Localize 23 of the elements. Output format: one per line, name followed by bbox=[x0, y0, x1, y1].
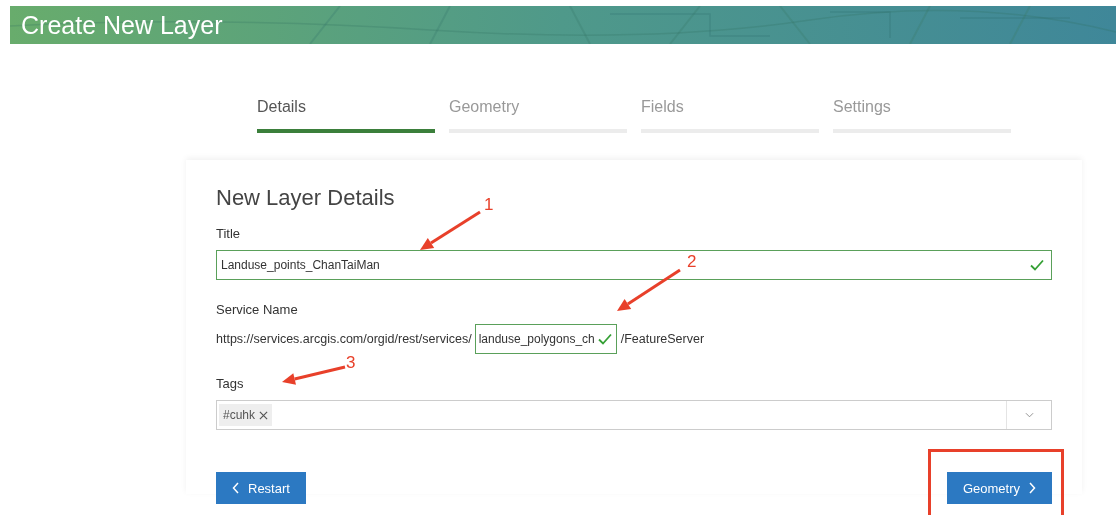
annotation-number: 2 bbox=[687, 252, 697, 272]
url-prefix: https://services.arcgis.com/orgid/rest/services/ bbox=[216, 332, 472, 346]
back-button[interactable]: Restart bbox=[216, 472, 306, 504]
next-button[interactable]: Geometry bbox=[946, 472, 1052, 504]
field-label: Service Name bbox=[216, 302, 299, 318]
url-suffix: /FeatureServer bbox=[620, 332, 705, 346]
tag-chip[interactable]: #cuhk bbox=[219, 404, 273, 426]
step-tab[interactable]: Details bbox=[257, 97, 435, 133]
chevron-icon bbox=[1024, 412, 1034, 418]
annotation-number: 3 bbox=[346, 353, 356, 373]
field-label: Tags bbox=[216, 376, 245, 392]
field-label: Title bbox=[216, 226, 242, 242]
service-name-field[interactable]: landuse_polygons_ch bbox=[474, 324, 617, 354]
arrow bbox=[280, 365, 347, 387]
remove-icon bbox=[259, 410, 269, 420]
arrow bbox=[615, 268, 682, 313]
page-title: Create New Layer bbox=[20, 10, 223, 40]
arrow bbox=[418, 210, 482, 252]
tags-field[interactable]: #cuhk bbox=[216, 400, 1052, 430]
annotation-number: 1 bbox=[484, 195, 494, 215]
chevron-right-icon bbox=[1028, 482, 1036, 494]
section-heading: New Layer Details bbox=[216, 184, 395, 212]
chevron-left-icon bbox=[232, 482, 240, 494]
